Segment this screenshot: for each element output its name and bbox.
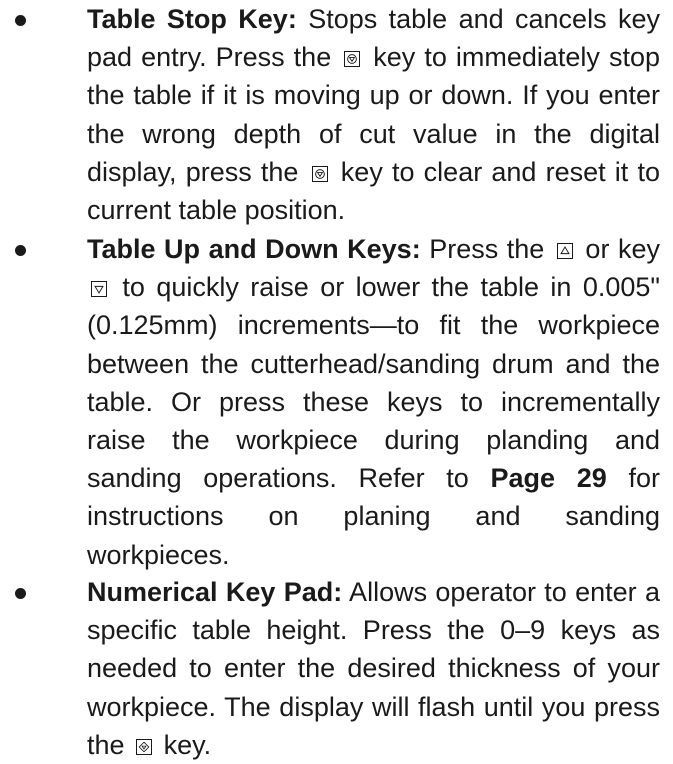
item-title: Table Up and Down Keys: — [87, 234, 421, 264]
item-body: Press the — [420, 234, 545, 264]
list-item-text: Table Stop Key: Stops table and cancels … — [87, 0, 660, 229]
bullet-icon — [15, 588, 26, 599]
up-arrow-key-icon — [556, 243, 573, 259]
page-reference: Page 29 — [490, 463, 607, 494]
stop-key-icon — [344, 51, 361, 68]
stop-key-icon — [311, 165, 328, 182]
enter-key-icon — [136, 738, 153, 755]
item-title: Numerical Key Pad: — [87, 577, 343, 607]
list-item-text: Table Up and Down Keys: Press the or key… — [87, 230, 660, 574]
item-body: key. — [163, 729, 212, 760]
list-item-text: Numerical Key Pad: Allows operator to en… — [87, 573, 660, 764]
item-title: Table Stop Key: — [87, 4, 297, 34]
bullet-icon — [15, 245, 26, 256]
item-body: to quickly raise or lower the table in 0… — [87, 272, 660, 494]
item-body: or key — [585, 234, 660, 264]
bullet-icon — [15, 15, 26, 26]
down-arrow-key-icon — [91, 281, 107, 298]
